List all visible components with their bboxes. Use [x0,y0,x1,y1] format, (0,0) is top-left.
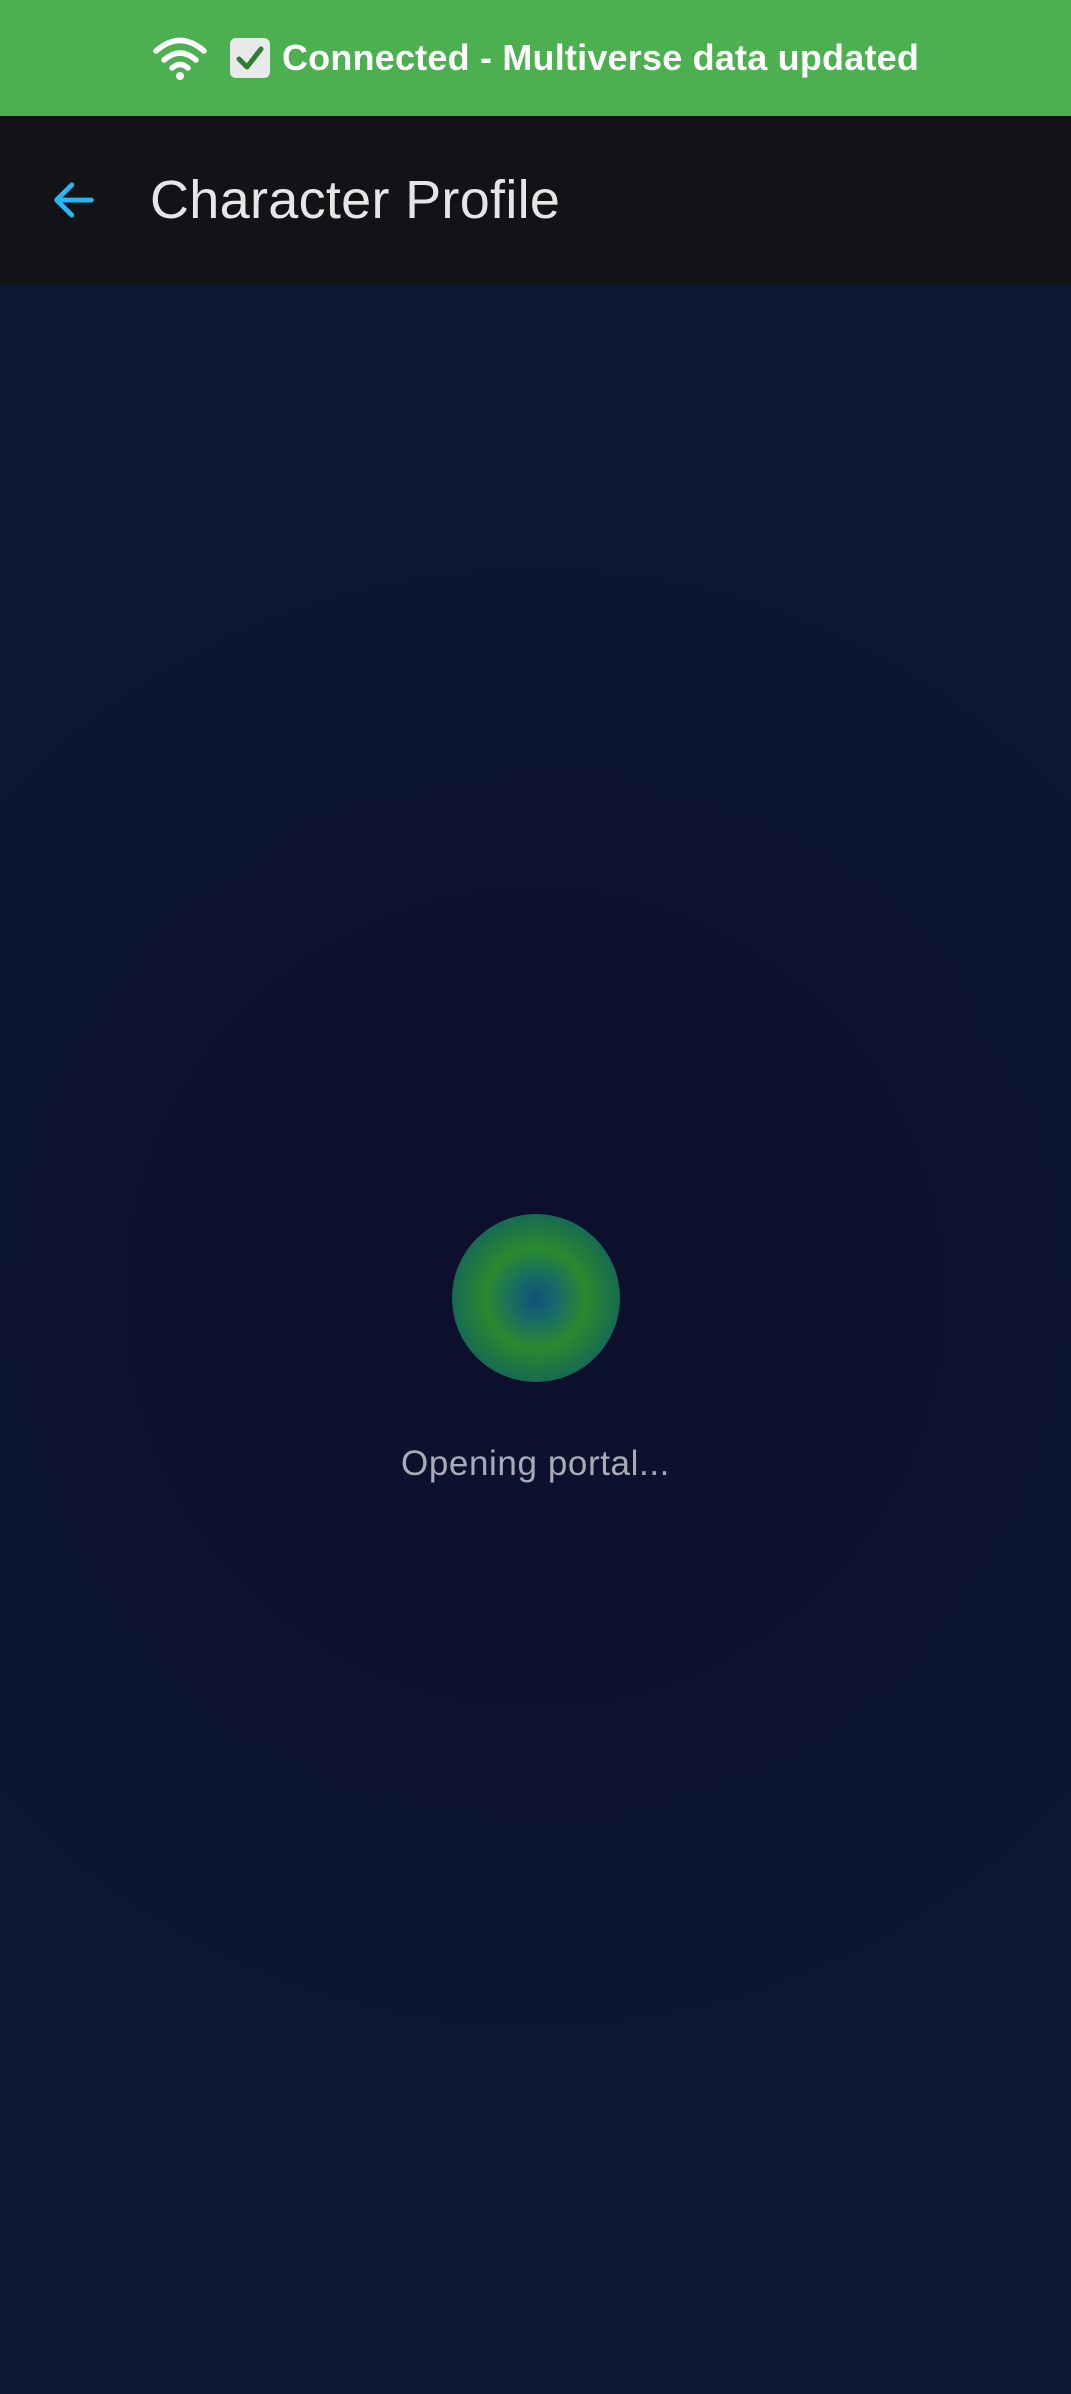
connection-banner: Connected - Multiverse data updated [0,0,1071,116]
check-box-icon [229,38,270,78]
app-bar: Character Profile [0,116,1071,284]
connection-status-text: Connected - Multiverse data updated [281,37,920,78]
back-button[interactable] [38,164,110,236]
arrow-left-icon [54,182,94,218]
page-title: Character Profile [150,170,561,230]
character-profile-screen: Connected - Multiverse data updated Char… [0,0,1071,2394]
loading-area: Opening portal... [0,284,1071,2394]
loading-text: Opening portal... [401,1444,670,1483]
portal-spinner-icon [452,1214,620,1382]
wifi-icon [152,36,208,80]
